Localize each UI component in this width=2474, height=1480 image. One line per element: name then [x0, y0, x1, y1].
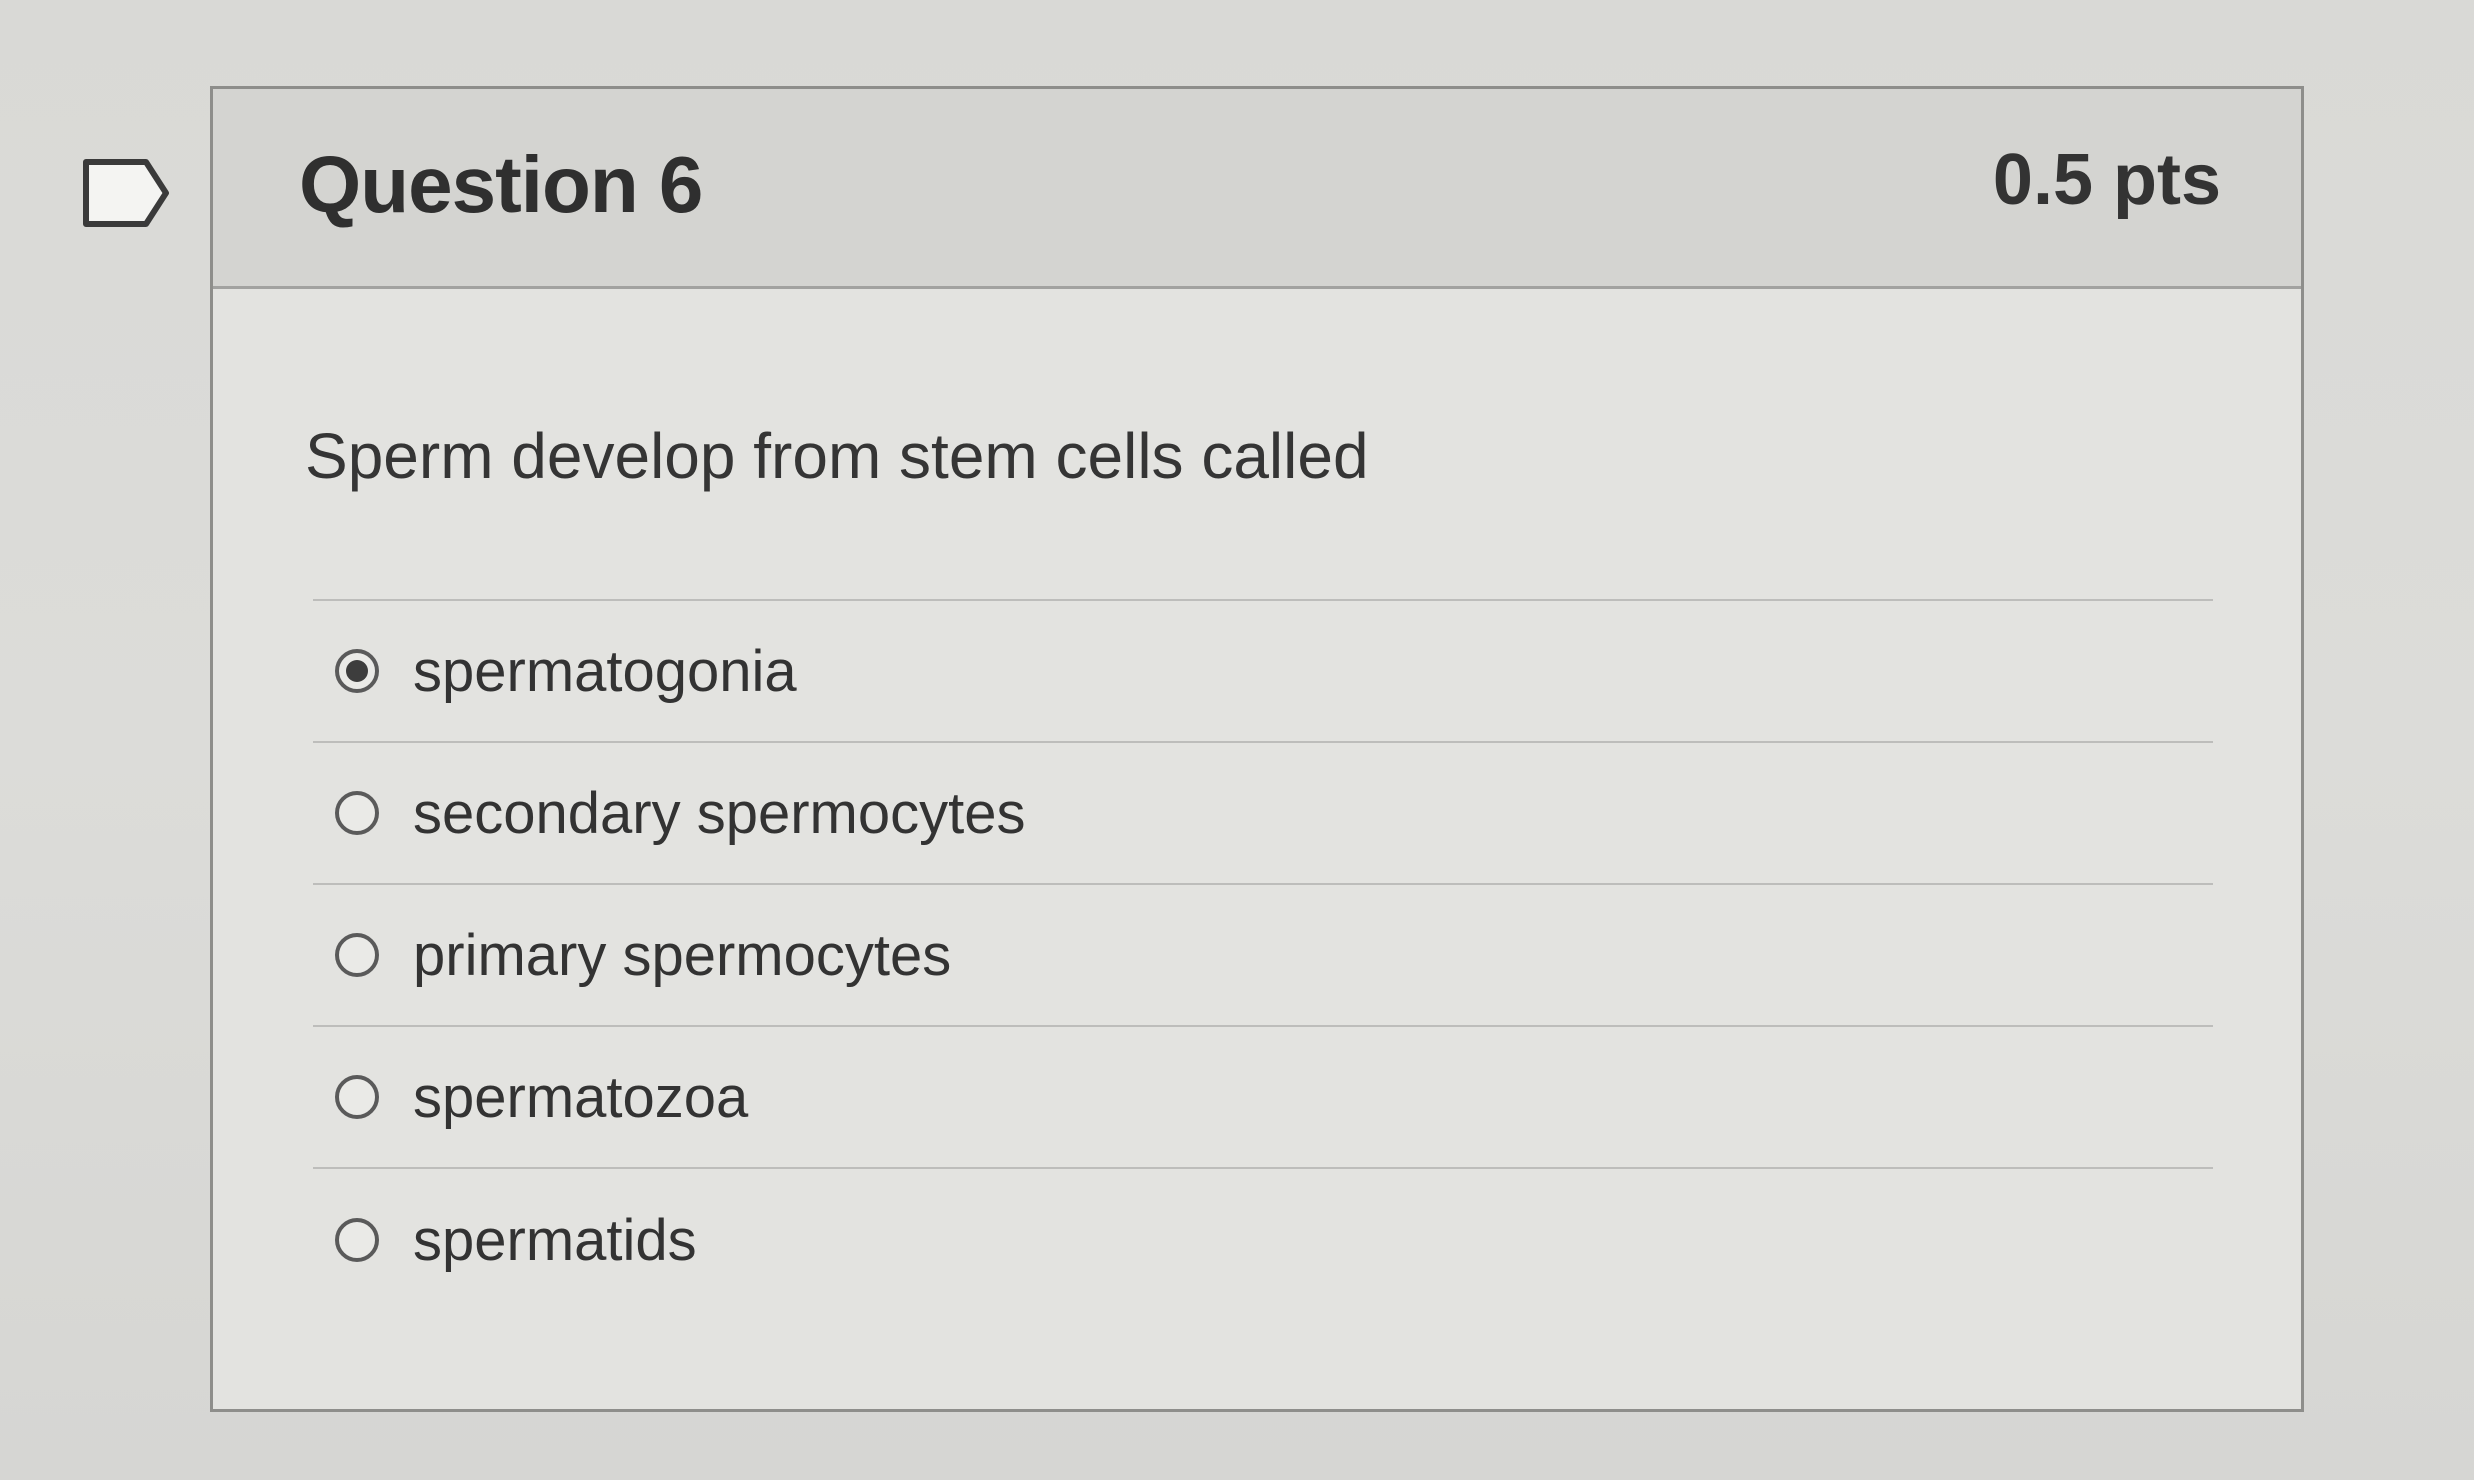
question-points: 0.5 pts: [1992, 140, 2221, 220]
radio-button[interactable]: [335, 1075, 379, 1119]
answer-option[interactable]: secondary spermocytes: [313, 743, 2213, 885]
answer-option[interactable]: spermatogonia: [313, 601, 2213, 743]
question-title: Question 6: [299, 140, 703, 229]
answer-option[interactable]: spermatozoa: [313, 1027, 2213, 1169]
radio-button[interactable]: [335, 1218, 379, 1262]
flag-question-icon[interactable]: [82, 158, 172, 228]
answer-label[interactable]: primary spermocytes: [413, 922, 951, 989]
answer-list: spermatogonia secondary spermocytes prim…: [313, 599, 2213, 1311]
radio-button[interactable]: [335, 791, 379, 835]
answer-label[interactable]: secondary spermocytes: [413, 780, 1025, 847]
answer-option[interactable]: spermatids: [313, 1169, 2213, 1311]
question-text: Sperm develop from stem cells called: [305, 420, 1369, 492]
answer-option[interactable]: primary spermocytes: [313, 885, 2213, 1027]
radio-button[interactable]: [335, 933, 379, 977]
answer-label[interactable]: spermatids: [413, 1207, 697, 1274]
question-card: Question 6 0.5 pts Sperm develop from st…: [210, 86, 2304, 1412]
answer-label[interactable]: spermatozoa: [413, 1064, 748, 1131]
radio-button-selected[interactable]: [335, 649, 379, 693]
answer-label[interactable]: spermatogonia: [413, 638, 797, 705]
question-header: Question 6 0.5 pts: [213, 89, 2301, 289]
